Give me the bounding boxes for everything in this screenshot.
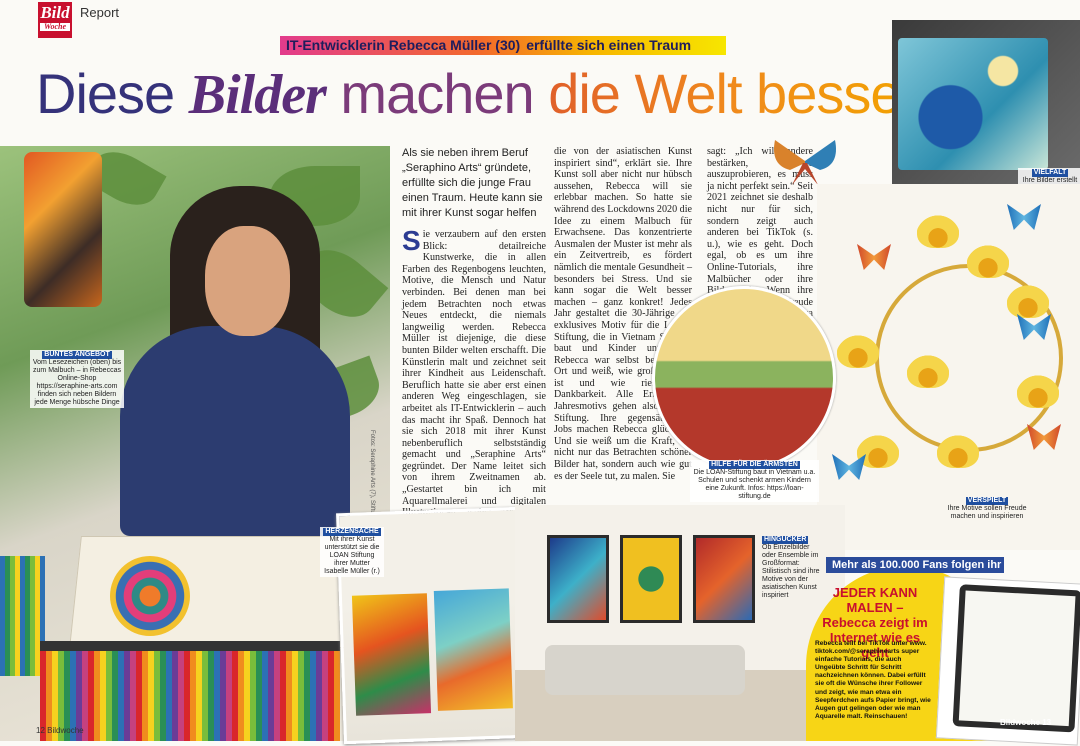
fans-banner: Mehr als 100.000 Fans folgen ihr <box>826 557 1004 573</box>
caption-title: HILFE FÜR DIE ÄRMSTEN <box>709 461 800 469</box>
butterfly-illustration <box>774 140 836 185</box>
children-school-photo <box>652 286 836 470</box>
headline-part-2: Bilder <box>188 64 327 126</box>
folio-right: Bildwoche 13 <box>1000 718 1052 727</box>
digital-artwork <box>898 38 1048 170</box>
headline-part-1: Diese <box>36 62 175 125</box>
bildwoche-logo: Bild Woche <box>38 2 72 38</box>
body-column-1: Sie verzaubern auf den ersten Blick: det… <box>402 225 546 542</box>
drop-cap: S <box>402 225 421 256</box>
section-label: Report <box>80 5 120 20</box>
folio-left: 12 Bildwoche <box>36 726 84 735</box>
kicker-b: erfüllte sich einen Traum <box>526 37 692 53</box>
intro-text: Als sie neben ihrem Beruf „Seraphino Art… <box>402 147 543 219</box>
caption-text: Mit ihrer Kunst unterstützt sie die LOAN… <box>324 536 380 575</box>
caption-verspielt: VERSPIELT Ihre Motive sollen Freude mach… <box>945 496 1029 522</box>
pencil-case-photo <box>24 152 102 307</box>
caption-title: VERSPIELT <box>965 497 1009 505</box>
caption-text: Vom Lesezeichen (oben) bis zum Malbuch –… <box>32 359 122 406</box>
box-text: Rebecca teilt bei TikTok unter www. tikt… <box>815 640 931 720</box>
caption-title: HINGUCKER <box>762 536 809 544</box>
caption-buntes-angebot: BUNTES ANGEBOT Vom Lesezeichen (oben) bi… <box>30 350 124 408</box>
headline-part-3: machen <box>340 62 534 125</box>
caption-text: Ihre Motive sollen Freude machen und ins… <box>947 505 1027 520</box>
caption-herzensache: HERZENSACHE Mit ihrer Kunst unterstützt … <box>320 527 384 577</box>
caption-title: BUNTES ANGEBOT <box>42 351 112 359</box>
kicker-bar: IT-Entwicklerin Rebecca Müller (30) erfül… <box>280 36 726 55</box>
caption-hilfe: HILFE FÜR DIE ÄRMSTEN Die LOAN-Stiftung … <box>690 460 819 502</box>
caption-text: Ob Einzelbilder oder Ensemble im Großfor… <box>762 544 820 599</box>
column-1-text: ie verzaubern auf den ersten Blick: deta… <box>402 229 546 541</box>
caption-title: VIELFALT <box>1031 169 1069 177</box>
caption-title: HERZENSACHE <box>323 528 381 536</box>
kicker-a: IT-Entwicklerin Rebecca Müller (30) <box>286 37 521 53</box>
headline-part-4: die Welt besser <box>548 62 919 125</box>
caption-text: Die LOAN-Stiftung baut in Vietnam u.a. S… <box>693 469 816 500</box>
logo-bottom: Woche <box>40 23 70 31</box>
box-title-1: JEDER KANN MALEN – <box>832 585 918 615</box>
logo-top: Bild <box>40 3 70 22</box>
headline: Diese Bilder machen die Welt besser <box>36 62 919 127</box>
mandala-drawing <box>110 556 190 636</box>
colored-pencils <box>40 641 340 741</box>
